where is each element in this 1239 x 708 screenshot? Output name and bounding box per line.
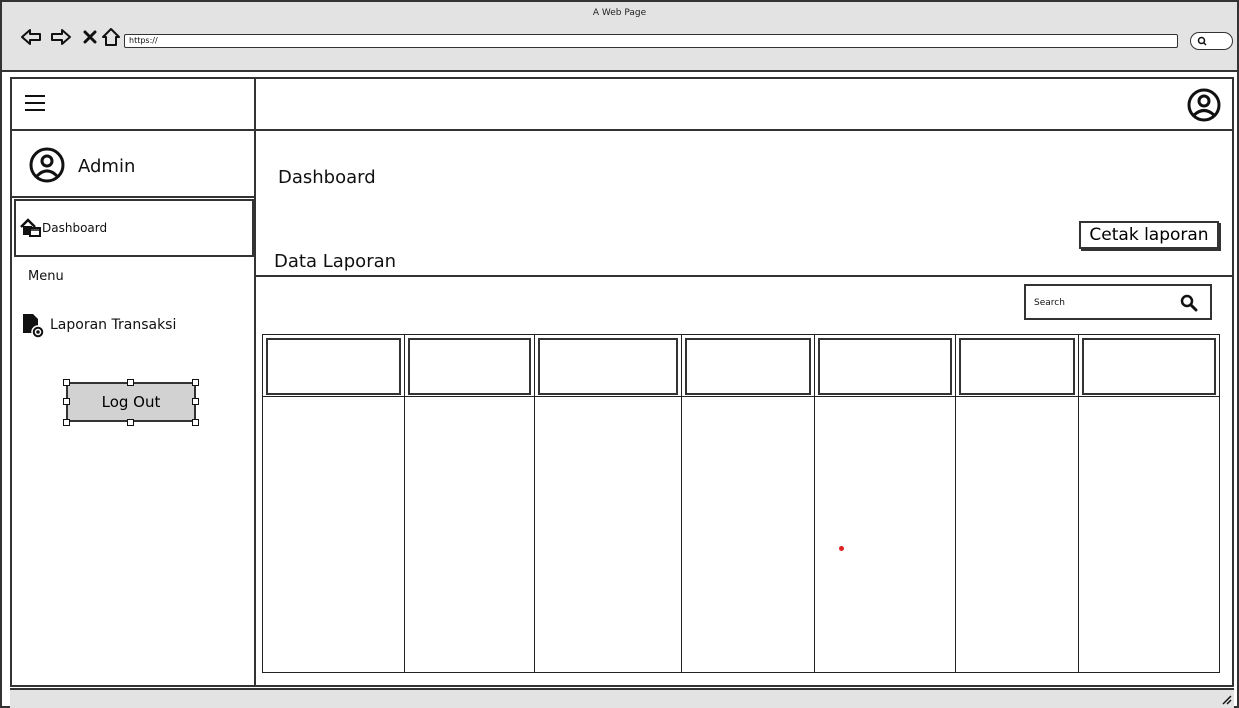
table-row-divider [682,396,814,397]
table-row-divider [815,396,955,397]
table-column [955,334,1078,673]
status-bar [10,688,1234,708]
table-header-cell [818,338,952,395]
menu-heading: Menu [28,269,64,284]
user-avatar-icon [29,147,65,183]
back-arrow-icon[interactable] [20,26,42,48]
table-row-divider [535,396,681,397]
url-text: https:// [129,36,158,45]
search-icon [1197,36,1207,46]
section-title: Data Laporan [274,251,397,272]
table-header-cell [408,338,531,395]
table-column [534,334,681,673]
page-title: Dashboard [278,167,376,188]
resize-handle[interactable] [127,419,134,426]
sidebar-item-laporan-transaksi[interactable]: Laporan Transaksi [22,311,252,341]
table-row-divider [405,396,534,397]
menu-toggle-button[interactable] [12,79,256,131]
hamburger-menu-icon [25,95,45,111]
resize-handle[interactable] [63,398,70,405]
logout-selection: Log Out [63,379,199,426]
resize-handle[interactable] [192,419,199,426]
address-bar[interactable]: https:// [124,34,1178,48]
print-report-button[interactable]: Cetak laporan [1079,221,1219,249]
table-header-cell [685,338,811,395]
table-column [1078,334,1220,673]
user-profile: Admin [12,131,256,198]
resize-grip-icon[interactable] [1220,693,1232,705]
report-file-icon [23,314,45,339]
top-navbar [256,79,1232,131]
user-avatar-icon[interactable] [1186,87,1222,123]
section-divider [256,275,1232,277]
logout-button[interactable]: Log Out [66,382,196,422]
table-column [681,334,814,673]
window-title: A Web Page [592,8,647,18]
search-box[interactable] [1024,284,1212,320]
forward-arrow-icon[interactable] [50,26,72,48]
resize-handle[interactable] [127,379,134,386]
resize-handle[interactable] [63,419,70,426]
table-row-divider [956,396,1078,397]
table-header-cell [538,338,678,395]
user-name: Admin [78,156,136,177]
table-header-cell [266,338,401,395]
table-header-cell [959,338,1075,395]
home-icon[interactable] [100,26,122,48]
table-row-divider [1079,396,1219,397]
sidebar-item-label: Laporan Transaksi [50,317,177,333]
table-column [404,334,534,673]
cursor-marker [839,546,844,551]
sidebar-item-label: Dashboard [42,221,108,235]
search-input[interactable] [1034,294,1164,312]
table-header-cell [1082,338,1216,395]
table-column [814,334,955,673]
resize-handle[interactable] [192,379,199,386]
sidebar: Admin Dashboard Menu Laporan Transaksi L… [12,79,256,685]
search-icon[interactable] [1180,294,1198,312]
house-icon [20,218,41,237]
resize-handle[interactable] [192,398,199,405]
browser-window: A Web Page https:// Admin Dashboard Menu… [0,0,1239,708]
report-table [262,334,1220,673]
table-row-divider [263,396,404,397]
sidebar-item-dashboard[interactable]: Dashboard [14,199,254,257]
close-icon[interactable] [79,26,101,48]
page-viewport: Admin Dashboard Menu Laporan Transaksi L… [10,77,1234,687]
browser-search-button[interactable] [1190,32,1233,50]
table-column [262,334,404,673]
resize-handle[interactable] [63,379,70,386]
browser-chrome: A Web Page https:// [2,2,1237,72]
